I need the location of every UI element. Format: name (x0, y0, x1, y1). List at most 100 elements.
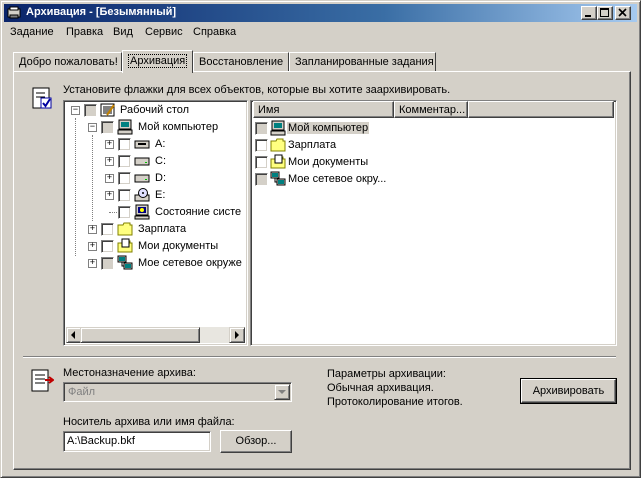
tree-item-desktop[interactable]: − Рабочий стол (64, 102, 244, 119)
list-checkbox[interactable] (255, 156, 268, 169)
list-checkbox[interactable] (255, 139, 268, 152)
close-button[interactable] (615, 6, 631, 20)
tree-item-my-documents[interactable]: + Мои документы (64, 238, 244, 255)
close-icon (618, 8, 627, 17)
desktop-icon (100, 103, 115, 117)
instruction-text: Установите флажки для всех объектов, кот… (63, 84, 451, 96)
media-input[interactable]: A:\Backup.bkf (63, 431, 211, 452)
folder-icon (117, 222, 133, 236)
tab-scheduled-jobs[interactable]: Запланированные задания (289, 52, 436, 72)
tree-item-system-state[interactable]: Состояние систе (64, 204, 244, 221)
tree-checkbox[interactable] (118, 155, 131, 168)
menu-edit[interactable]: Правка (66, 26, 103, 38)
my-documents-icon (270, 154, 286, 169)
destination-label: Местоназначение архива: (63, 367, 196, 379)
tree-checkbox[interactable] (101, 223, 114, 236)
tree-item-drive-a[interactable]: + A: (64, 136, 244, 153)
network-icon (270, 171, 286, 186)
tree-item-drive-c[interactable]: + C: (64, 153, 244, 170)
list-item-label: Мои документы (288, 156, 369, 168)
tree-item-label: Зарплата (138, 223, 187, 235)
start-backup-button[interactable]: Архивировать (520, 378, 617, 404)
tree-item-network[interactable]: + Мое сетевое окруже (64, 255, 244, 272)
tree-item-drive-e[interactable]: + E: (64, 187, 244, 204)
arrow-right-icon (235, 331, 239, 339)
list-item-label: Мой компьютер (287, 122, 370, 134)
menu-view[interactable]: Вид (113, 26, 133, 38)
dropdown-button[interactable] (274, 384, 290, 400)
params-line2: Протоколирование итогов. (327, 396, 463, 408)
computer-icon (117, 119, 133, 135)
tree-item-my-computer[interactable]: − Мой компьютер (64, 119, 244, 136)
expand-icon[interactable]: + (105, 140, 114, 149)
maximize-button[interactable] (597, 6, 613, 20)
tree-item-label: D: (155, 172, 166, 184)
folder-icon (270, 138, 286, 152)
window-title: Архивация - [Безымянный] (26, 6, 177, 18)
checklist-icon (32, 87, 52, 109)
list-item[interactable]: Зарплата (253, 137, 453, 154)
list-item[interactable]: Мое сетевое окру... (253, 171, 453, 188)
tab-welcome-label: Добро пожаловать! (19, 56, 118, 68)
floppy-drive-icon (134, 140, 150, 149)
tree-hscrollbar[interactable] (66, 327, 245, 343)
menu-help[interactable]: Справка (193, 26, 236, 38)
expand-icon[interactable]: + (88, 259, 97, 268)
browse-button[interactable]: Обзор... (220, 430, 292, 453)
system-state-icon (134, 204, 150, 220)
maximize-icon (600, 8, 609, 17)
scroll-right-button[interactable] (229, 327, 245, 343)
tab-welcome[interactable]: Добро пожаловать! (13, 52, 122, 72)
menu-tools[interactable]: Сервис (145, 26, 183, 38)
tree-checkbox[interactable] (118, 138, 131, 151)
folder-tree[interactable]: − Рабочий стол − Мой компьютер + A: + C:… (63, 100, 248, 346)
minimize-button[interactable] (581, 6, 597, 20)
params-line1: Обычная архивация. (327, 382, 434, 394)
column-header-comment[interactable]: Комментар... (394, 101, 468, 118)
collapse-icon[interactable]: − (71, 106, 80, 115)
backup-app-icon (7, 6, 21, 19)
tree-checkbox[interactable] (101, 240, 114, 253)
tree-item-label: Мой компьютер (138, 121, 219, 133)
tree-item-label: A: (155, 138, 166, 150)
minimize-icon (585, 15, 591, 17)
tree-item-drive-d[interactable]: + D: (64, 170, 244, 187)
items-list[interactable]: Имя Комментар... Мой компьютер Зарплата (250, 100, 617, 346)
destination-select[interactable]: Файл (63, 382, 292, 402)
archive-destination-icon (31, 369, 54, 392)
computer-icon (270, 120, 286, 136)
tree-checkbox[interactable] (118, 189, 131, 202)
tab-backup[interactable]: Архивация (122, 50, 193, 73)
tree-item-label: C: (155, 155, 166, 167)
expand-icon[interactable]: + (105, 174, 114, 183)
tree-checkbox[interactable] (118, 172, 131, 185)
expand-icon[interactable]: + (105, 191, 114, 200)
tree-checkbox[interactable] (101, 121, 114, 134)
title-bar[interactable]: Архивация - [Безымянный] (4, 4, 637, 22)
collapse-icon[interactable]: − (88, 123, 97, 132)
tab-backup-label: Архивация (128, 54, 188, 68)
media-value: A:\Backup.bkf (67, 435, 135, 447)
tree-checkbox[interactable] (101, 257, 114, 270)
scroll-thumb[interactable] (80, 327, 200, 343)
list-checkbox[interactable] (255, 122, 268, 135)
expand-icon[interactable]: + (88, 225, 97, 234)
tree-line (109, 212, 117, 213)
expand-icon[interactable]: + (105, 157, 114, 166)
tab-restore[interactable]: Восстановление (193, 52, 289, 72)
list-item[interactable]: Мои документы (253, 154, 453, 171)
tree-checkbox[interactable] (84, 104, 97, 117)
tree-checkbox[interactable] (118, 206, 131, 219)
list-item[interactable]: Мой компьютер (253, 120, 453, 137)
list-item-label: Мое сетевое окру... (288, 173, 387, 185)
column-header-name[interactable]: Имя (253, 101, 394, 118)
list-checkbox[interactable] (255, 173, 268, 186)
menu-task[interactable]: Задание (10, 26, 54, 38)
tree-item-salary[interactable]: + Зарплата (64, 221, 244, 238)
chevron-down-icon (278, 390, 286, 394)
separator (23, 356, 616, 358)
cd-drive-icon (134, 188, 150, 202)
expand-icon[interactable]: + (88, 242, 97, 251)
tree-item-label: Мои документы (138, 240, 219, 252)
arrow-left-icon (71, 331, 75, 339)
